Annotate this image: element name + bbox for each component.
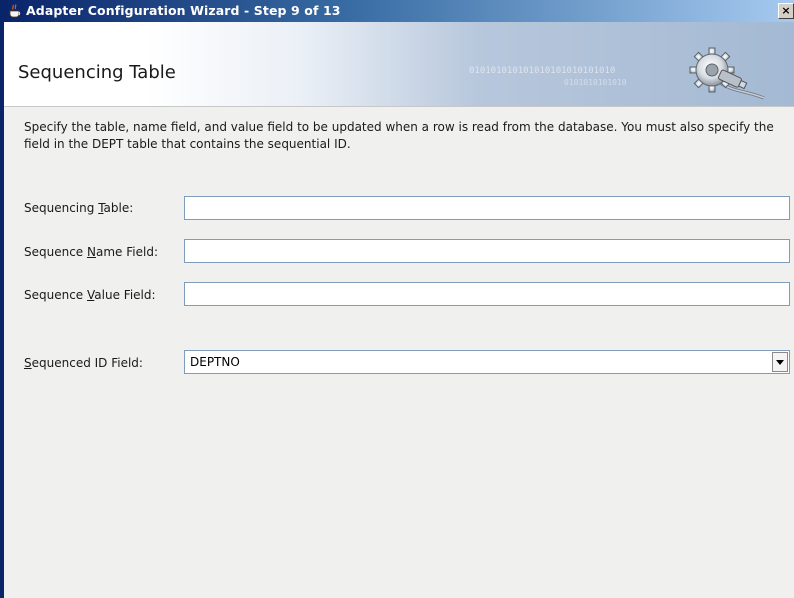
close-icon[interactable]: × bbox=[778, 3, 794, 19]
chevron-down-icon bbox=[776, 360, 784, 365]
label-text: alue Field: bbox=[94, 288, 156, 302]
label-mnemonic: S bbox=[24, 356, 32, 370]
label-text: equenced ID Field: bbox=[31, 356, 143, 370]
label-text: Sequence bbox=[24, 245, 88, 259]
instructions-text: Specify the table, name field, and value… bbox=[24, 120, 774, 151]
label-mnemonic: N bbox=[87, 245, 96, 259]
sequence-name-field-label: Sequence Name Field: bbox=[24, 245, 158, 259]
sequence-value-field-label: Sequence Value Field: bbox=[24, 288, 156, 302]
gear-plug-icon bbox=[676, 40, 766, 102]
sequence-value-field-input[interactable] bbox=[184, 282, 790, 306]
wizard-content: Specify the table, name field, and value… bbox=[4, 107, 794, 598]
window-title: Adapter Configuration Wizard - Step 9 of… bbox=[26, 3, 341, 18]
wizard-header: Sequencing Table 01010101010101010101010… bbox=[4, 22, 794, 107]
label-text: Sequence bbox=[24, 288, 88, 302]
java-coffee-cup-icon bbox=[7, 3, 23, 19]
dropdown-selected-value: DEPTNO bbox=[190, 355, 240, 369]
sequence-name-field-input[interactable] bbox=[184, 239, 790, 263]
header-binary-decoration-2: 0101010101010 bbox=[564, 78, 627, 87]
title-bar[interactable]: Adapter Configuration Wizard - Step 9 of… bbox=[4, 0, 794, 22]
sequencing-table-label: Sequencing Table: bbox=[24, 201, 133, 215]
sequencing-table-input[interactable] bbox=[184, 196, 790, 220]
sequenced-id-field-dropdown[interactable]: DEPTNO bbox=[184, 350, 790, 374]
sequenced-id-field-label: Sequenced ID Field: bbox=[24, 356, 143, 370]
wizard-window: Adapter Configuration Wizard - Step 9 of… bbox=[0, 0, 794, 598]
page-title: Sequencing Table bbox=[18, 62, 176, 83]
label-text: ame Field: bbox=[96, 245, 158, 259]
dropdown-button[interactable] bbox=[772, 352, 788, 372]
label-text: able: bbox=[103, 201, 134, 215]
header-binary-decoration: 010101010101010101010101010 bbox=[469, 66, 616, 76]
label-text: Sequencing bbox=[24, 201, 99, 215]
